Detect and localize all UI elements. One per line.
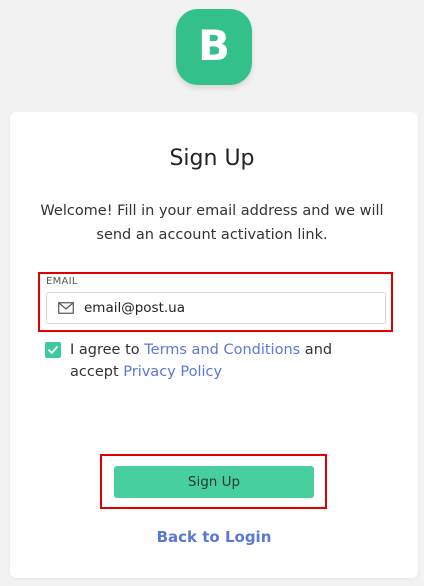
email-field[interactable]: email@post.ua xyxy=(46,292,386,324)
email-value: email@post.ua xyxy=(84,300,186,316)
logo-letter: B xyxy=(197,21,230,70)
page: B Sign Up Welcome! Fill in your email ad… xyxy=(0,0,424,586)
checkmark-icon xyxy=(48,346,58,354)
privacy-link[interactable]: Privacy Policy xyxy=(123,364,222,380)
page-title: Sign Up xyxy=(169,146,255,171)
signup-button[interactable]: Sign Up xyxy=(114,466,314,498)
welcome-text: Welcome! Fill in your email address and … xyxy=(40,203,384,243)
agree-checkbox[interactable] xyxy=(45,342,61,358)
mail-icon xyxy=(58,302,74,314)
agreement-prefix: I agree to xyxy=(70,342,145,358)
email-label: EMAIL xyxy=(46,276,78,287)
agreement-text: I agree to Terms and Conditions and acce… xyxy=(70,339,370,383)
terms-link[interactable]: Terms and Conditions xyxy=(144,342,300,358)
back-to-login-link[interactable]: Back to Login xyxy=(0,528,424,546)
app-logo: B xyxy=(176,9,252,85)
